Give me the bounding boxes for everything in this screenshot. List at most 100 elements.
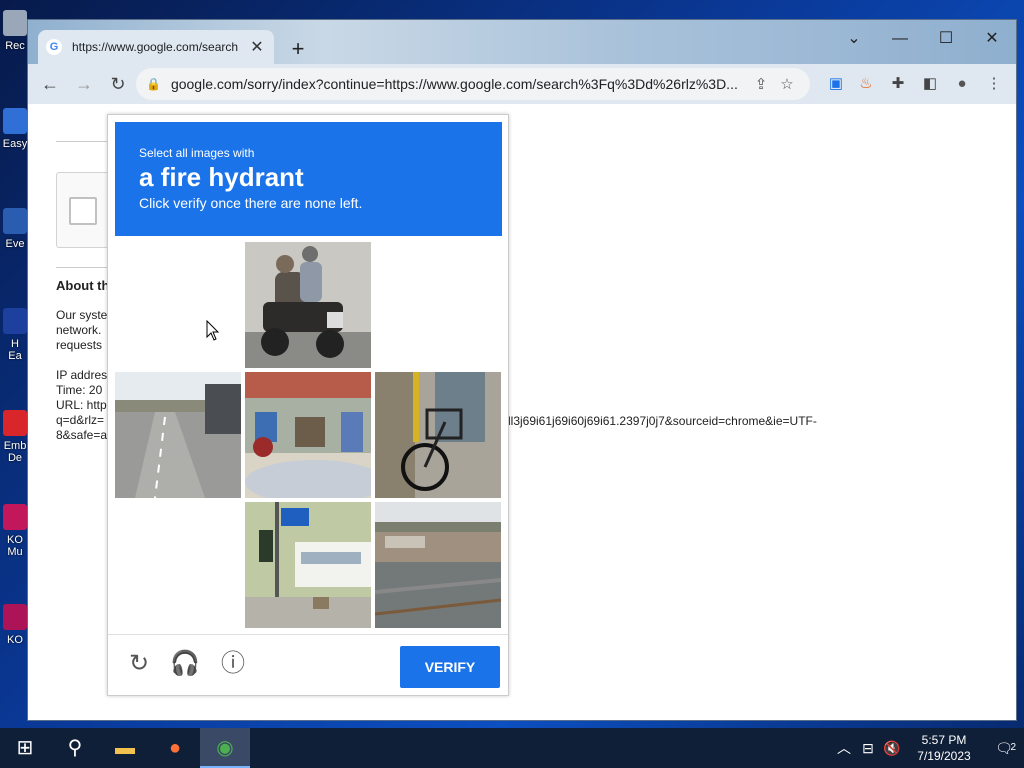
captcha-tile[interactable] bbox=[375, 502, 501, 628]
app-shortcut-icon bbox=[3, 108, 27, 134]
prompt-target: a fire hydrant bbox=[139, 162, 304, 192]
street-market-image bbox=[245, 372, 371, 498]
clock-time: 5:57 PM bbox=[921, 733, 967, 747]
body-text-line: network. bbox=[56, 323, 102, 337]
profile-avatar-icon[interactable]: ● bbox=[950, 72, 974, 96]
url-line: q=d&rlz= bbox=[56, 413, 105, 427]
menu-kebab-icon[interactable]: ⋮ bbox=[982, 72, 1006, 96]
new-tab-button[interactable]: + bbox=[286, 38, 310, 62]
clock-date: 7/19/2023 bbox=[917, 749, 971, 763]
prompt-subtext: Click verify once there are none left. bbox=[139, 195, 363, 211]
recycle-bin-icon bbox=[3, 10, 27, 36]
minimize-button[interactable]: — bbox=[880, 26, 920, 52]
file-explorer-icon[interactable]: ▬ bbox=[100, 728, 150, 768]
url-line: URL: http bbox=[56, 398, 107, 412]
audio-challenge-headphones-icon[interactable]: 🎧 bbox=[170, 649, 200, 679]
desktop-icon-label: Rec bbox=[5, 40, 25, 52]
url-tail-text: ll3j69i61j69i60j69i61.2397j0j7&sourceid=… bbox=[508, 414, 817, 428]
captcha-tile[interactable] bbox=[375, 372, 501, 498]
desktop-icon-ko-mu[interactable]: KO Mu bbox=[0, 504, 30, 584]
desktop-icon-label: Eve bbox=[5, 238, 25, 250]
desktop-icon-label: KO bbox=[7, 634, 23, 646]
taskbar: ⊞ ⚲ ▬ ● ◉ ︿ ⊟ 🔇 5:57 PM 7/19/2023 🗨 2 bbox=[0, 728, 1024, 768]
extensions-puzzle-icon[interactable]: ✚ bbox=[886, 72, 910, 96]
app-shortcut-icon bbox=[3, 604, 27, 630]
divider bbox=[56, 267, 108, 268]
volume-muted-icon[interactable]: 🔇 bbox=[880, 740, 904, 757]
app-shortcut-icon bbox=[3, 308, 27, 334]
desktop-icon-recycle-bin[interactable]: Rec bbox=[0, 10, 30, 90]
time-line: Time: 20 bbox=[56, 383, 103, 397]
captcha-tile[interactable] bbox=[115, 242, 241, 368]
clock[interactable]: 5:57 PM 7/19/2023 bbox=[904, 732, 984, 764]
extension-blue-icon[interactable]: ▣ bbox=[824, 72, 848, 96]
mouse-cursor-icon bbox=[206, 320, 220, 341]
highway-overpass-image bbox=[375, 502, 501, 628]
info-icon[interactable]: ⓘ bbox=[218, 649, 248, 679]
app-shortcut-icon bbox=[3, 208, 27, 234]
app-shortcut-icon bbox=[3, 410, 27, 436]
share-icon[interactable]: ⇪ bbox=[748, 75, 774, 93]
close-window-button[interactable]: ✕ bbox=[972, 26, 1012, 52]
verify-button[interactable]: VERIFY bbox=[400, 646, 500, 688]
captcha-prompt-header: Select all images with a fire hydrant Cl… bbox=[115, 122, 502, 236]
captcha-tile[interactable] bbox=[245, 242, 371, 368]
body-text-line: requests bbox=[56, 338, 103, 352]
captcha-tile[interactable] bbox=[245, 502, 371, 628]
bookmark-star-icon[interactable]: ☆ bbox=[774, 75, 800, 93]
back-arrow-icon[interactable]: ← bbox=[34, 68, 66, 100]
captcha-challenge-dialog: Select all images with a fire hydrant Cl… bbox=[107, 114, 509, 696]
reload-challenge-icon[interactable]: ↻ bbox=[124, 649, 154, 679]
url-text[interactable]: google.com/sorry/index?continue=https://… bbox=[171, 76, 748, 92]
desktop-icon-label: H Ea bbox=[8, 338, 22, 362]
recaptcha-checkbox[interactable] bbox=[69, 197, 97, 225]
desktop-icon-emb-de[interactable]: Emb De bbox=[0, 410, 30, 490]
tab-search-chevron-icon[interactable]: ⌄ bbox=[834, 26, 874, 52]
tab-close-icon[interactable]: ✕ bbox=[248, 37, 266, 57]
reload-icon[interactable]: ↻ bbox=[102, 68, 134, 100]
tray-chevron-up-icon[interactable]: ︿ bbox=[832, 738, 856, 758]
desktop-icon-ko[interactable]: KO bbox=[0, 604, 30, 684]
ip-address-line: IP addres bbox=[56, 368, 108, 382]
bus-stop-signs-image bbox=[245, 502, 371, 628]
chrome-icon[interactable]: ◉ bbox=[200, 728, 250, 768]
browser-tab[interactable]: G https://www.google.com/search ✕ bbox=[38, 30, 274, 64]
google-favicon-icon: G bbox=[46, 39, 62, 55]
search-icon[interactable]: ⚲ bbox=[50, 728, 100, 768]
firefox-icon[interactable]: ● bbox=[150, 728, 200, 768]
notification-count-badge: 2 bbox=[1010, 741, 1016, 753]
prompt-instruction: Select all images with bbox=[139, 146, 255, 160]
windows-start-icon[interactable]: ⊞ bbox=[0, 728, 50, 768]
body-text-line: Our syste bbox=[56, 308, 108, 322]
network-icon[interactable]: ⊟ bbox=[856, 740, 880, 757]
about-heading: About th bbox=[56, 278, 110, 293]
captcha-footer: ↻ 🎧 ⓘ VERIFY bbox=[108, 634, 508, 696]
motorcycle-riders-image bbox=[245, 242, 371, 368]
bicycle-image bbox=[375, 372, 501, 498]
desktop-icon-h-ea[interactable]: H Ea bbox=[0, 308, 30, 388]
title-bar: G https://www.google.com/search ✕ + ⌄ — … bbox=[28, 20, 1016, 64]
maximize-button[interactable]: ☐ bbox=[926, 26, 966, 52]
forward-arrow-icon[interactable]: → bbox=[68, 68, 100, 100]
notifications-icon[interactable]: 🗨 2 bbox=[984, 740, 1024, 757]
desktop-icon-easy[interactable]: Easy bbox=[0, 108, 30, 188]
road-image bbox=[115, 372, 241, 498]
side-panel-icon[interactable]: ◧ bbox=[918, 72, 942, 96]
app-shortcut-icon bbox=[3, 504, 27, 530]
divider bbox=[56, 141, 108, 142]
captcha-tile[interactable] bbox=[115, 372, 241, 498]
url-line: 8&safe=a bbox=[56, 428, 108, 442]
lock-icon: 🔒 bbox=[146, 77, 161, 91]
captcha-image-grid bbox=[115, 242, 502, 629]
tab-title: https://www.google.com/search bbox=[72, 40, 239, 54]
address-bar[interactable]: 🔒 google.com/sorry/index?continue=https:… bbox=[136, 68, 810, 100]
captcha-tile[interactable] bbox=[115, 502, 241, 628]
extension-fire-icon[interactable]: ♨ bbox=[854, 72, 878, 96]
desktop-icon-eve[interactable]: Eve bbox=[0, 208, 30, 288]
desktop-icon-label: KO Mu bbox=[7, 534, 23, 558]
desktop-icon-label: Emb De bbox=[3, 440, 27, 464]
system-tray: ︿ ⊟ 🔇 5:57 PM 7/19/2023 🗨 2 bbox=[832, 728, 1024, 768]
captcha-tile[interactable] bbox=[245, 372, 371, 498]
captcha-tile[interactable] bbox=[375, 242, 501, 368]
desktop-icon-label: Easy bbox=[2, 138, 28, 150]
